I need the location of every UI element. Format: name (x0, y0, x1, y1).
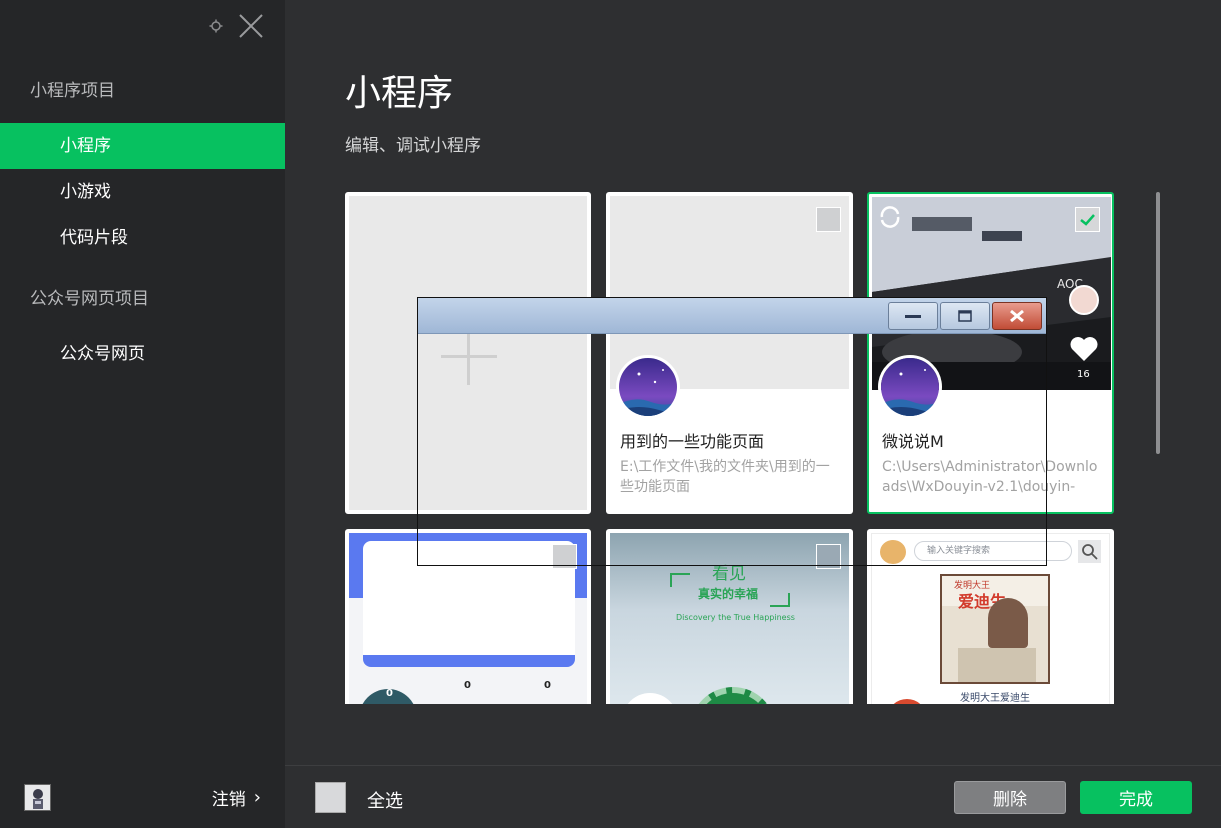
project-checkbox[interactable] (1077, 539, 1102, 564)
shot-poster-caption: 发明大王爱迪生 (960, 693, 1030, 704)
heart-icon (1070, 337, 1098, 361)
shot-stat-1: 0 (464, 680, 471, 691)
logout-button[interactable]: 注销 › (212, 785, 261, 810)
shot-ring (690, 687, 776, 704)
shot-bottom-avatar (884, 696, 930, 704)
sidebar-item-minigame[interactable]: 小游戏 (0, 169, 285, 215)
floating-window-frame[interactable] (417, 297, 1047, 566)
sidebar-footer: 注销 › (0, 766, 285, 828)
avatar-image (25, 785, 50, 810)
shot-stat-0: 0 (386, 688, 393, 699)
page-title: 小程序 (345, 73, 454, 114)
window-controls (209, 12, 265, 40)
frame-corner-br (770, 593, 790, 607)
chevron-right-icon: › (253, 787, 261, 808)
shot-stat-2: 0 (544, 680, 551, 691)
shot-portrait-figure (988, 598, 1028, 648)
window-buttons (888, 302, 1042, 330)
project-checkbox-checked[interactable] (1075, 207, 1100, 232)
select-all-checkbox[interactable] (315, 782, 346, 813)
logout-label: 注销 (211, 790, 246, 810)
shot-english: Discovery the True Happiness (676, 613, 795, 622)
shot-portrait-table (958, 648, 1036, 682)
section-title-miniprogram-projects: 小程序项目 (30, 81, 115, 101)
close-icon[interactable] (237, 12, 265, 40)
select-all-label[interactable]: 全选 (367, 787, 403, 813)
footer-bar: 全选 删除 完成 (285, 765, 1221, 828)
project-checkbox[interactable] (816, 207, 841, 232)
maximize-button[interactable] (940, 302, 990, 330)
window-close-button[interactable] (992, 302, 1042, 330)
settings-icon[interactable] (209, 19, 223, 33)
scrollbar[interactable] (1156, 192, 1160, 454)
close-x-icon (1010, 309, 1024, 323)
minimize-icon (905, 315, 921, 318)
section-title-official-account-projects: 公众号网页项目 (30, 289, 149, 309)
maximize-icon (958, 310, 972, 322)
refresh-icon (880, 206, 900, 228)
done-button[interactable]: 完成 (1080, 781, 1192, 814)
sidebar-item-official-account-web[interactable]: 公众号网页 (0, 331, 285, 377)
avatar[interactable] (24, 784, 51, 811)
creator-avatar (1069, 285, 1099, 315)
window-titlebar[interactable] (418, 298, 1046, 334)
like-count: 16 (1077, 369, 1090, 380)
frame-corner-tl (670, 573, 690, 587)
search-icon (1082, 544, 1098, 560)
shot-subtitle: 真实的幸福 (698, 587, 759, 601)
shot-poster: 发明大王 爱迪生 (940, 574, 1050, 684)
checkmark-icon (1080, 214, 1095, 226)
sidebar: 小程序项目 小程序 小游戏 代码片段 公众号网页项目 公众号网页 注销 › (0, 0, 285, 828)
page-subtitle: 编辑、调试小程序 (345, 136, 481, 156)
shot-circle (622, 693, 678, 704)
sidebar-item-code-snippet[interactable]: 代码片段 (0, 215, 285, 261)
minimize-button[interactable] (888, 302, 938, 330)
delete-button[interactable]: 删除 (954, 781, 1066, 814)
sidebar-item-miniprogram[interactable]: 小程序 (0, 123, 285, 169)
